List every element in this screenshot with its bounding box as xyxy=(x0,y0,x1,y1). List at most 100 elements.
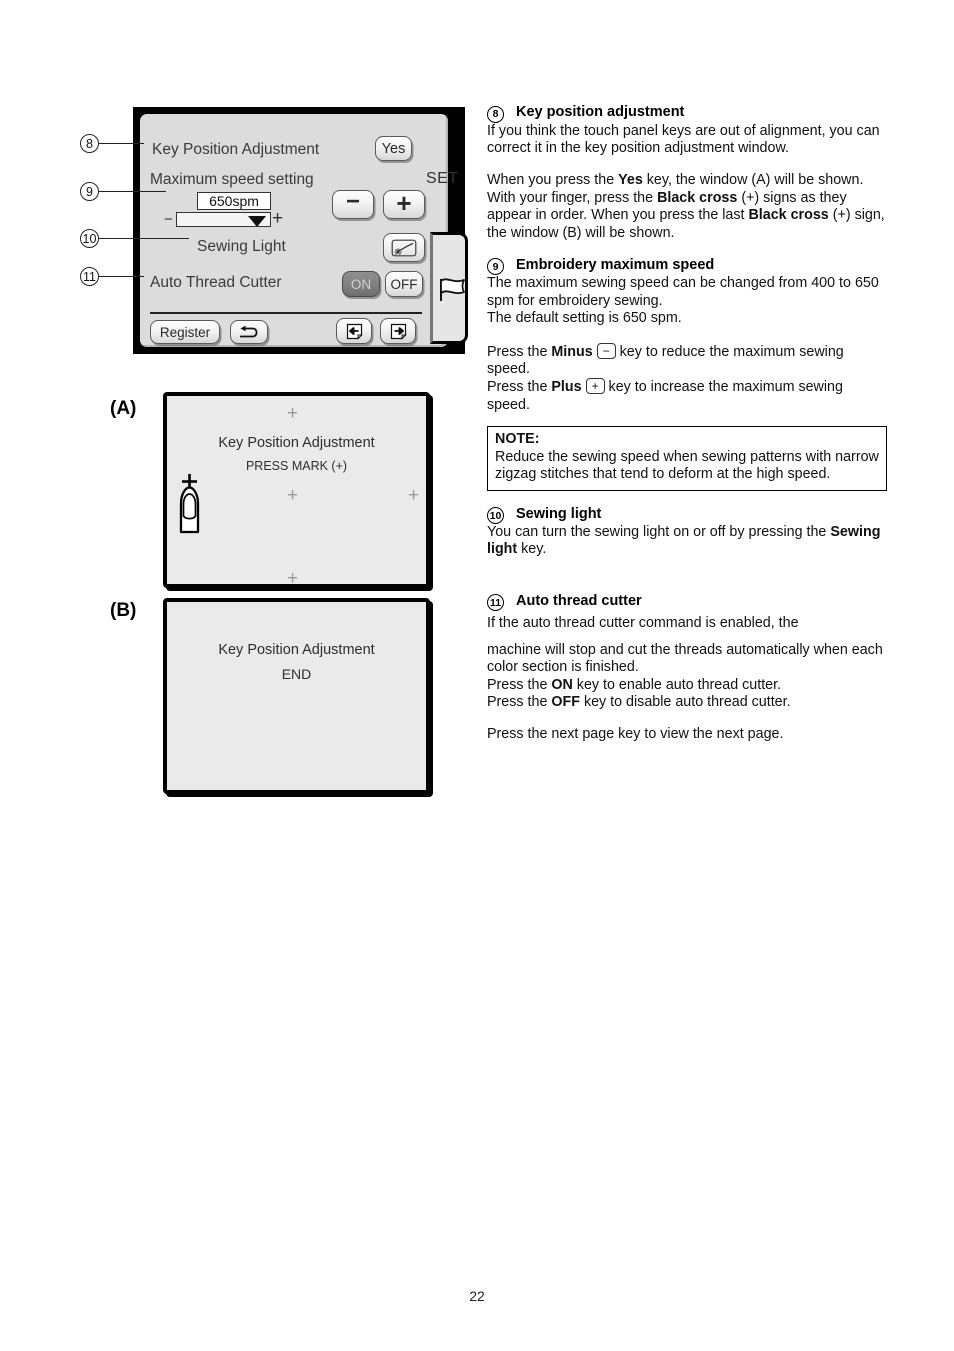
section-title-9: Embroidery maximum speed xyxy=(516,256,715,273)
t: Press the xyxy=(487,676,552,693)
lcd-screen: Key Position Adjustment Yes Maximum spee… xyxy=(140,114,458,347)
minus-button[interactable]: − xyxy=(332,190,374,219)
section-number-8: 8 xyxy=(487,105,504,123)
t: Press the xyxy=(487,379,552,396)
slider-minus-sign: − xyxy=(164,211,173,228)
section-number-10: 10 xyxy=(487,507,504,524)
register-button[interactable]: Register xyxy=(150,320,220,344)
callout-leader-11 xyxy=(99,276,144,278)
plus-icon: + xyxy=(396,187,412,218)
section-heading-11: 11 Auto thread cutter xyxy=(487,592,887,612)
previous-page-icon xyxy=(346,323,363,340)
previous-page-button[interactable] xyxy=(336,318,372,344)
section-8-paragraph-1: If you think the touch panel keys are ou… xyxy=(487,122,880,156)
section-8-paragraph-2: When you press the Yes key, the window (… xyxy=(487,172,887,242)
note-label: NOTE: xyxy=(495,431,540,448)
set-label: SET xyxy=(426,170,459,187)
back-button[interactable] xyxy=(230,320,268,344)
panel-label-key-position-adjustment: Key Position Adjustment xyxy=(152,141,320,158)
max-speed-slider-track[interactable] xyxy=(176,212,271,227)
off-key-mention: OFF xyxy=(551,693,580,710)
plus-key-glyph-icon: + xyxy=(585,378,605,395)
callout-number-10: 10 xyxy=(80,229,99,248)
panel-label-sewing-light: Sewing Light xyxy=(197,238,286,255)
window-b-tag: (B) xyxy=(110,600,137,621)
note-text: Reduce the sewing speed when sewing patt… xyxy=(495,448,879,483)
t: When you press the xyxy=(487,172,619,189)
window-b-title: Key Position Adjustment xyxy=(218,642,375,658)
plus-key-mention: Plus xyxy=(551,379,582,396)
callout-leader-10 xyxy=(99,238,189,240)
section-heading-10: 10 Sewing light xyxy=(487,506,887,524)
t: key. xyxy=(517,541,547,558)
minus-icon: − xyxy=(345,188,360,215)
sewing-light-button[interactable] xyxy=(383,233,425,262)
note-box: NOTE: Reduce the sewing speed when sewin… xyxy=(487,426,887,491)
window-a: + Key Position Adjustment PRESS MARK (+)… xyxy=(163,392,430,588)
finger-pointer-illustration xyxy=(175,472,215,543)
yes-key-mention: Yes xyxy=(618,172,643,189)
max-speed-value: 650spm xyxy=(197,192,271,210)
on-key-mention: ON xyxy=(551,676,573,693)
section-9-paragraph-1: The maximum sewing speed can be changed … xyxy=(487,275,879,309)
callout-number-9: 9 xyxy=(80,182,99,201)
yes-button[interactable]: Yes xyxy=(375,136,412,161)
section-heading-9: 9 Embroidery maximum speed xyxy=(487,256,887,276)
max-speed-slider-group[interactable]: 650spm − + xyxy=(164,192,303,229)
sewing-light-icon xyxy=(391,239,417,256)
section-11-paragraph-1: If the auto thread cutter command is ena… xyxy=(487,615,799,632)
section-number-11: 11 xyxy=(487,594,504,612)
window-b: Key Position Adjustment END xyxy=(163,598,430,794)
minus-key-mention: Minus xyxy=(551,343,593,360)
section-heading-8: 8 Key position adjustment xyxy=(487,104,887,123)
press-off-instruction: Press the OFF key to disable auto thread… xyxy=(487,694,887,711)
minus-key-glyph-icon: − xyxy=(596,342,616,359)
panel-label-auto-thread-cutter: Auto Thread Cutter xyxy=(150,274,282,291)
section-10-paragraph: You can turn the sewing light on or off … xyxy=(487,524,887,559)
cross-bottom-center[interactable]: + xyxy=(287,569,298,588)
plus-button[interactable]: + xyxy=(383,190,425,219)
section-number-9: 9 xyxy=(487,258,504,276)
press-plus-instruction: Press the Plus + key to increase the max… xyxy=(487,378,887,414)
cross-middle-right[interactable]: + xyxy=(408,486,419,505)
black-cross-mention-2: Black cross xyxy=(748,207,829,224)
press-on-instruction: Press the ON key to enable auto thread c… xyxy=(487,677,887,694)
t: You can turn the sewing light on or off … xyxy=(487,524,827,540)
window-a-tag: (A) xyxy=(110,398,137,419)
t: Press the xyxy=(487,693,552,710)
instruction-column: 8 Key position adjustment If you think t… xyxy=(487,104,887,744)
black-cross-mention-1: Black cross xyxy=(657,189,738,206)
next-page-button[interactable] xyxy=(380,318,416,344)
window-a-title: Key Position Adjustment xyxy=(218,435,375,451)
cross-top-center[interactable]: + xyxy=(287,404,298,423)
auto-thread-cutter-on-button[interactable]: ON xyxy=(342,271,380,297)
next-page-instruction: Press the next page key to view the next… xyxy=(487,726,784,743)
window-a-subtitle: PRESS MARK (+) xyxy=(245,459,348,473)
flag-icon xyxy=(440,278,465,301)
slider-thumb-icon[interactable] xyxy=(248,215,266,227)
auto-thread-cutter-off-button[interactable]: OFF xyxy=(385,271,423,297)
section-title-11: Auto thread cutter xyxy=(516,592,642,609)
cross-middle-center[interactable]: + xyxy=(287,486,298,505)
section-9-paragraph-2: The default setting is 650 spm. xyxy=(487,310,682,327)
window-b-subtitle: END xyxy=(281,666,312,682)
flag-tab[interactable] xyxy=(430,232,468,344)
t: key to enable auto thread cutter. xyxy=(572,676,782,693)
return-arrow-icon xyxy=(240,325,258,337)
t: key to disable auto thread cutter. xyxy=(579,693,791,710)
panel-label-maximum-speed-setting: Maximum speed setting xyxy=(150,171,314,188)
section-11-paragraph-2: machine will stop and cut the threads au… xyxy=(487,641,883,676)
section-title-8: Key position adjustment xyxy=(516,104,685,120)
panel-divider xyxy=(150,312,422,314)
callout-number-8: 8 xyxy=(80,134,99,153)
page-number: 22 xyxy=(469,1288,485,1304)
callout-leader-9 xyxy=(99,191,166,193)
callout-number-11: 11 xyxy=(80,267,99,286)
lcd-panel: Key Position Adjustment Yes Maximum spee… xyxy=(133,107,468,354)
t: Press the xyxy=(487,343,552,360)
